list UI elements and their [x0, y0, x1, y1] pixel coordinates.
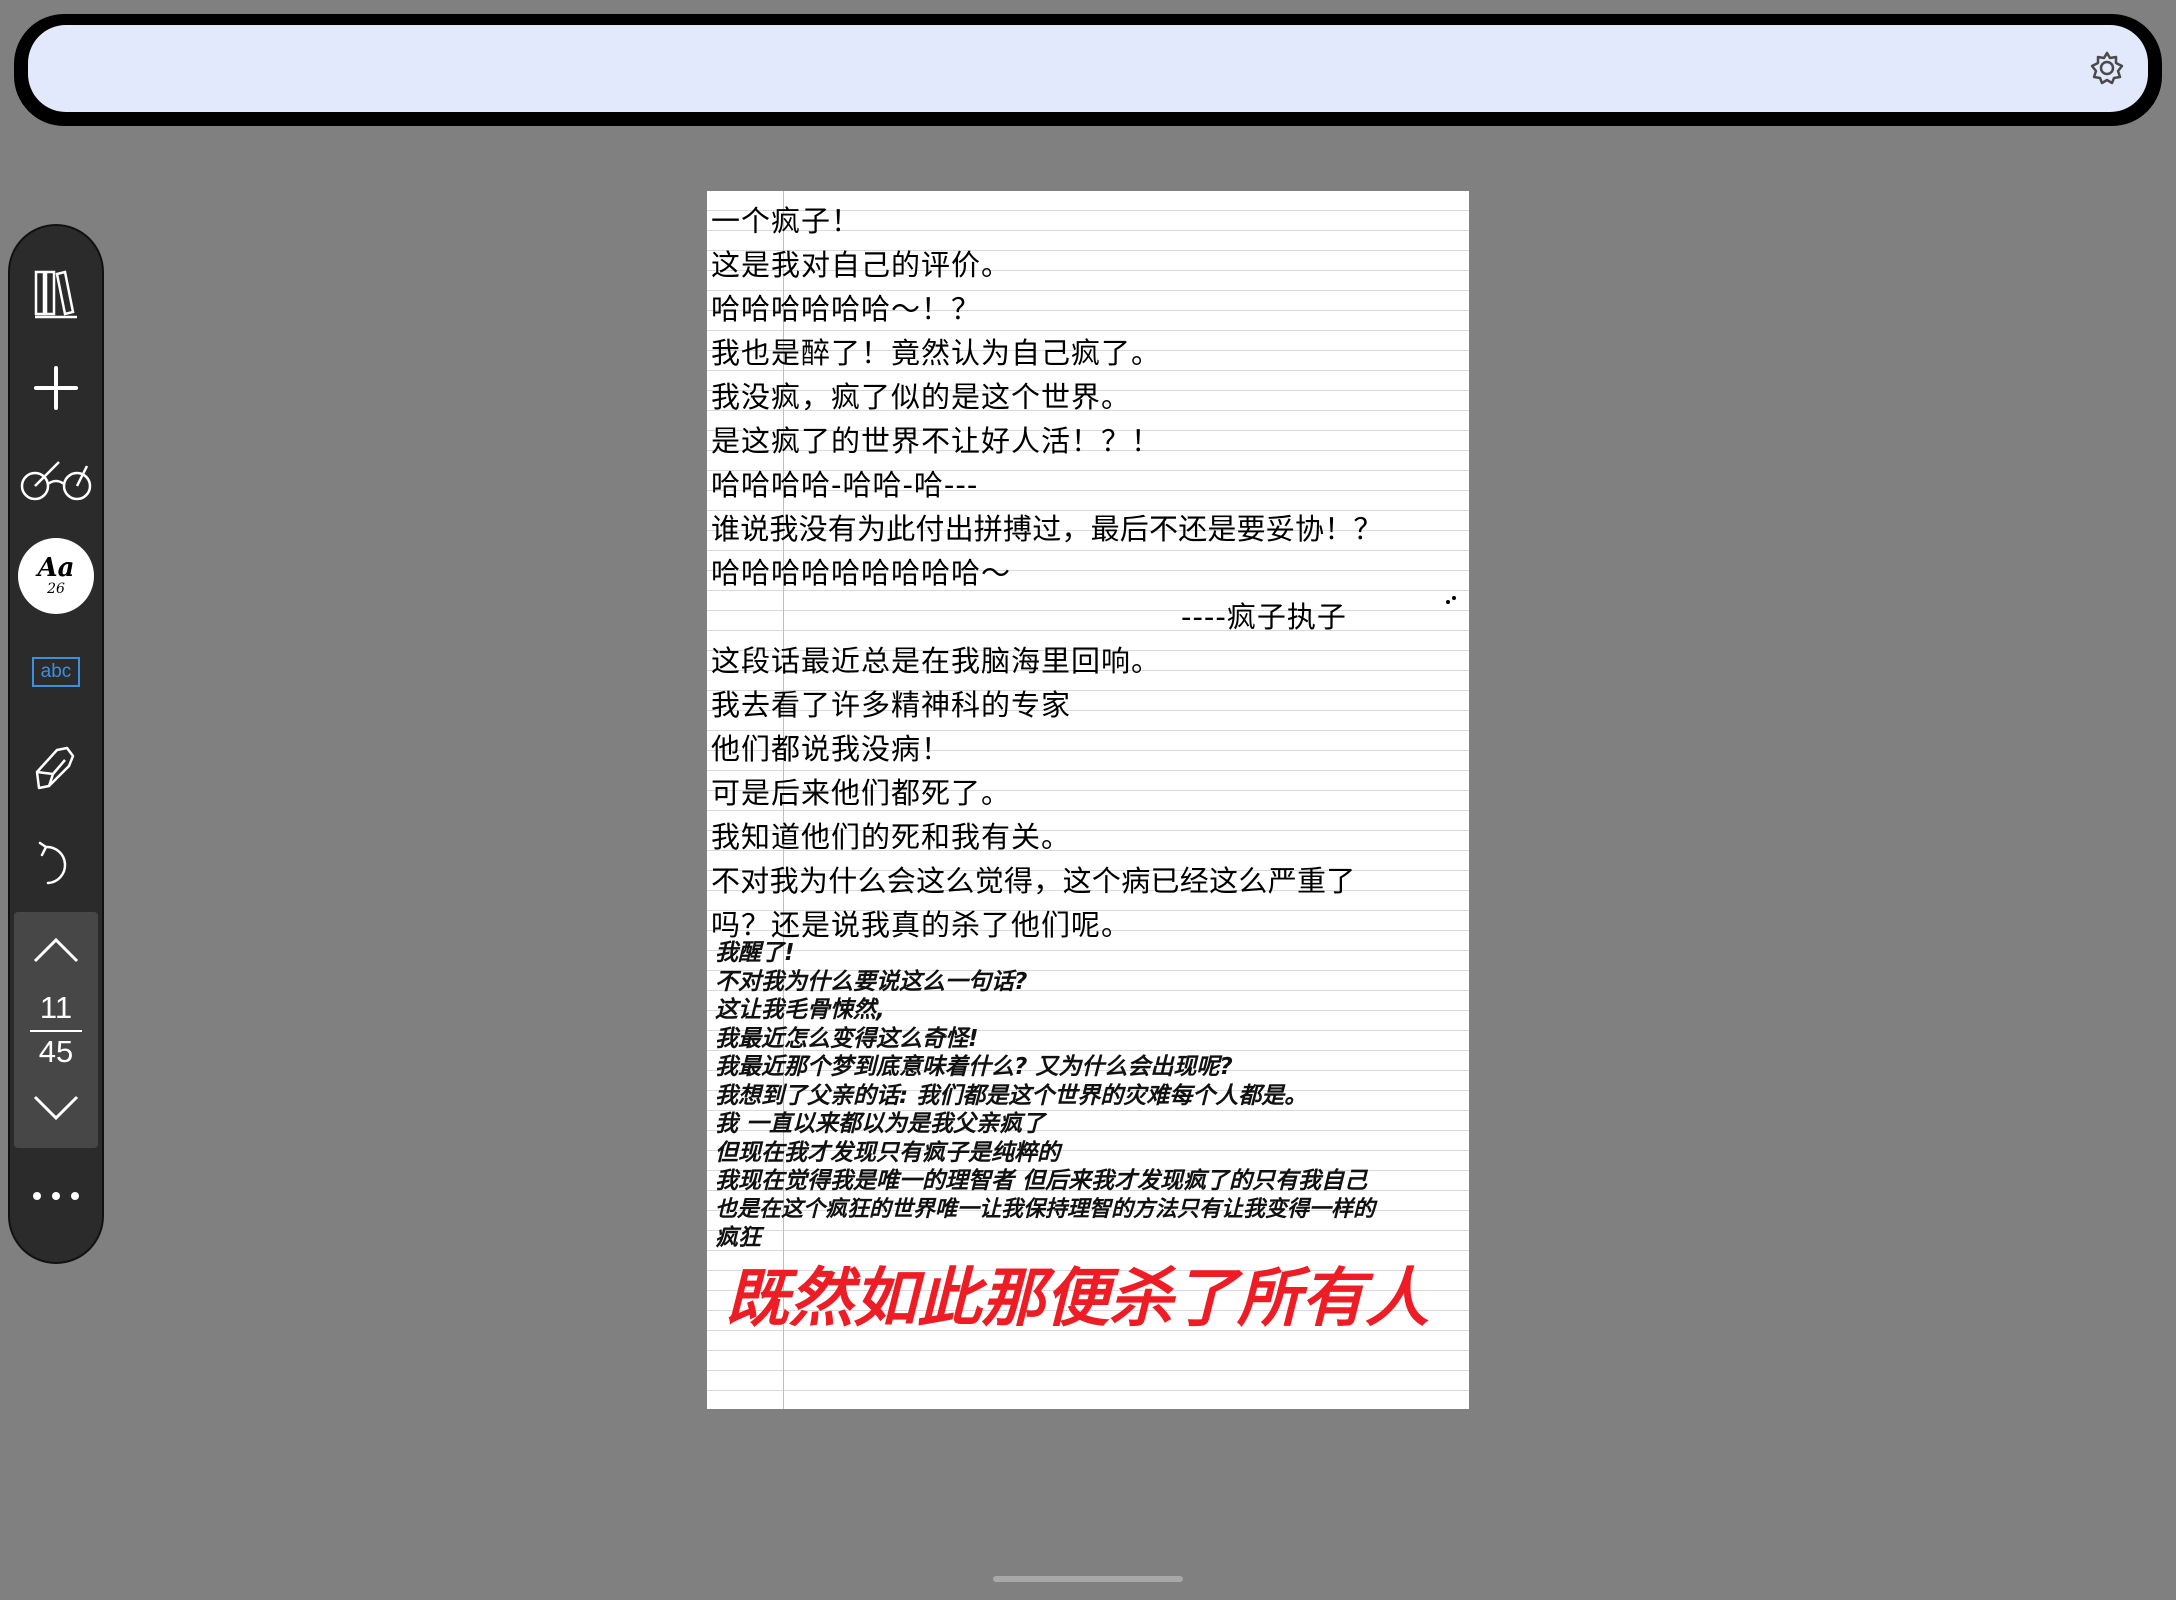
chevron-up-icon: [33, 937, 79, 963]
text-line: 我也是醉了！竟然认为自己疯了。: [711, 336, 1162, 370]
signature-line: ----疯子执子: [1181, 600, 1347, 634]
add-button[interactable]: [10, 348, 102, 428]
handwritten-line: 不对我为什么要说这么一句话?: [715, 968, 1028, 995]
handwritten-line: 也是在这个疯狂的世界唯一让我保持理智的方法只有让我变得一样的: [715, 1196, 1376, 1222]
text-box-icon: abc: [32, 657, 80, 687]
text-line: 哈哈哈哈-哈哈-哈---: [711, 468, 979, 502]
handwritten-line: 我最近怎么变得这么奇怪!: [715, 1025, 979, 1052]
handwritten-line: 疯狂: [715, 1225, 761, 1251]
text-box-label: abc: [40, 661, 72, 682]
text-line: 这段话最近总是在我脑海里回响。: [711, 644, 1162, 678]
page-navigator: 11 45: [14, 912, 98, 1148]
text-line: 不对我为什么会这么觉得，这个病已经这么严重了: [711, 864, 1356, 898]
page-down-button[interactable]: [14, 1080, 98, 1136]
text-line: 他们都说我没病！: [711, 732, 952, 766]
font-size-value: 26: [47, 581, 65, 597]
library-icon: [34, 270, 77, 319]
total-pages: 45: [38, 1034, 74, 1069]
settings-icon[interactable]: [2088, 49, 2126, 87]
handwritten-line: 我醒了!: [715, 940, 795, 966]
left-toolbar: Aa 26 abc 11 45: [8, 224, 104, 1264]
pen-button[interactable]: [10, 728, 102, 808]
text-line: 我知道他们的死和我有关。: [711, 820, 1072, 854]
font-button[interactable]: Aa 26: [10, 536, 102, 616]
library-button[interactable]: [10, 254, 102, 334]
text-line: 一个疯子！: [711, 204, 862, 238]
home-indicator[interactable]: [993, 1576, 1183, 1582]
page-divider: [30, 1030, 82, 1032]
text-line: 可是后来他们都死了。: [711, 776, 1012, 810]
undo-icon: [38, 841, 67, 885]
handwritten-line: 我最近那个梦到底意味着什么? 又为什么会出现呢?: [715, 1054, 1233, 1080]
handwritten-text-block[interactable]: 我醒了! 不对我为什么要说这么一句话? 这让我毛骨悚然, 我最近怎么变得这么奇怪…: [715, 939, 1465, 1253]
more-button[interactable]: [10, 1156, 102, 1236]
text-line: 哈哈哈哈哈哈～！？: [711, 292, 982, 326]
notebook-page[interactable]: 一个疯子！ 这是我对自己的评价。 哈哈哈哈哈哈～！？ 我也是醉了！竟然认为自己疯…: [707, 191, 1469, 1409]
text-line: 是这疯了的世界不让好人活！？！: [711, 424, 1162, 458]
handwritten-line: 我现在觉得我是唯一的理智者 但后来我才发现疯了的只有我自己: [715, 1168, 1368, 1194]
ink-dots: [1446, 596, 1456, 604]
handwritten-line: 但现在我才发现只有疯子是纯粹的: [715, 1139, 1060, 1166]
text-line: 我去看了许多精神科的专家: [711, 688, 1072, 722]
chevron-down-icon: [33, 1095, 79, 1121]
handwritten-line: 我想到了父亲的话: 我们都是这个世界的灾难每个人都是。: [715, 1082, 1308, 1109]
pen-icon: [35, 746, 75, 790]
text-line: 我没疯，疯了似的是这个世界。: [711, 380, 1132, 414]
font-button-label: Aa: [37, 553, 75, 583]
text-line: 谁说我没有为此付出拼搏过，最后不还是要妥协！？: [711, 512, 1383, 546]
handwritten-line: 这让我毛骨悚然,: [715, 997, 885, 1023]
text-line: 这是我对自己的评价。: [711, 248, 1012, 282]
reading-mode-button[interactable]: [10, 442, 102, 522]
handwritten-line: 我 一直以来都以为是我父亲疯了: [715, 1111, 1046, 1137]
current-page: 11: [39, 990, 73, 1025]
plus-icon: [34, 366, 78, 410]
top-bar: [28, 25, 2148, 112]
red-headline-text: 既然如此那便杀了所有人: [725, 1262, 1429, 1336]
text-box-button[interactable]: abc: [10, 632, 102, 712]
undo-button[interactable]: [10, 824, 102, 904]
glasses-icon: [20, 461, 92, 501]
font-size-badge: Aa 26: [18, 538, 94, 614]
page-up-button[interactable]: [14, 922, 98, 978]
typed-text-block[interactable]: 一个疯子！ 这是我对自己的评价。 哈哈哈哈哈哈～！？ 我也是醉了！竟然认为自己疯…: [711, 199, 1469, 947]
more-icon: [33, 1192, 79, 1200]
text-line: 哈哈哈哈哈哈哈哈哈～: [711, 556, 1012, 590]
